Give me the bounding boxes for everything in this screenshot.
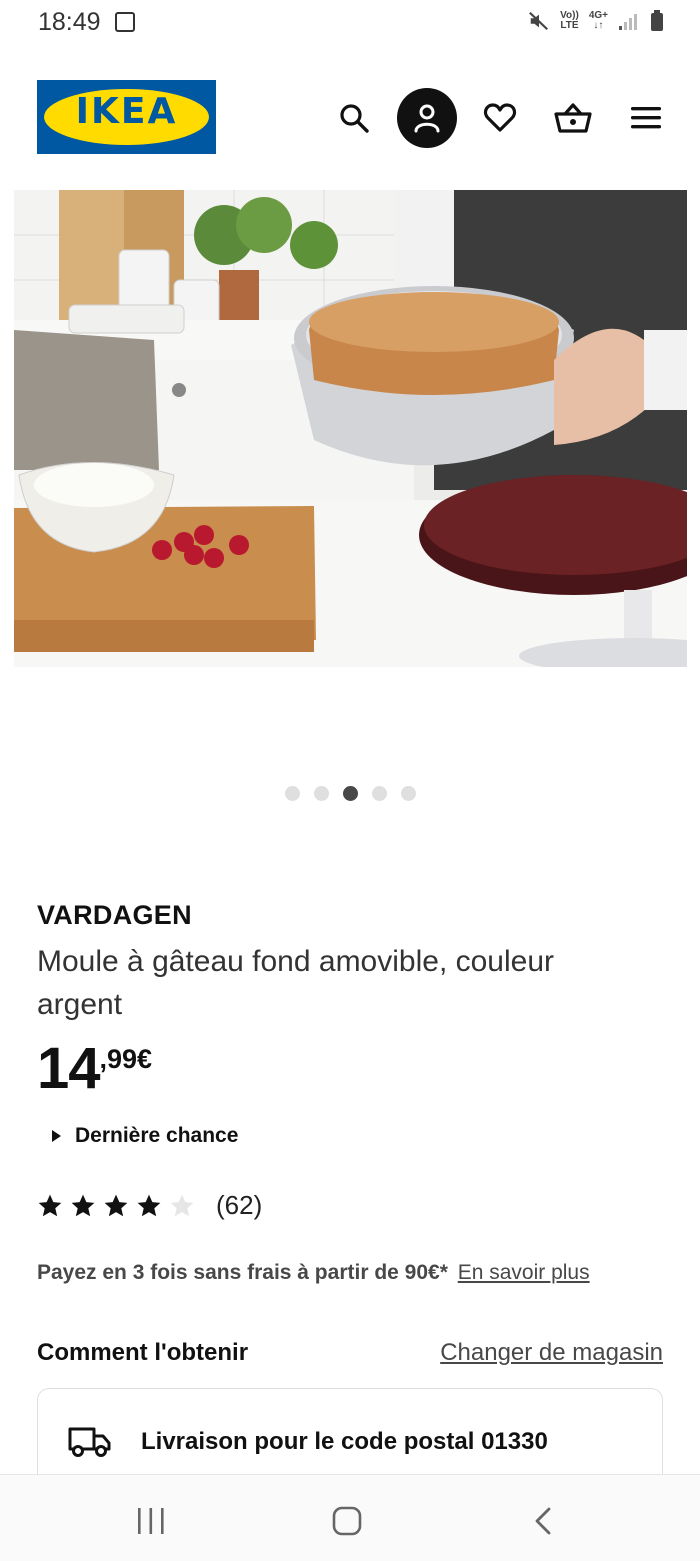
how-to-get-title: Comment l'obtenir (37, 1339, 249, 1366)
home-icon[interactable] (331, 1505, 363, 1537)
change-store-link[interactable]: Changer de magasin (440, 1339, 663, 1367)
signal-icon (619, 14, 637, 30)
product-description: Moule à gâteau fond amovible, couleur ar… (37, 945, 555, 1021)
star-filled-icon (71, 1194, 95, 1216)
star-filled-icon (104, 1194, 128, 1216)
payment-info: Payez en 3 fois sans frais à partir de 9… (37, 1261, 590, 1285)
search-icon[interactable] (334, 98, 374, 138)
pagination-dot[interactable] (400, 786, 416, 801)
back-icon[interactable] (532, 1506, 554, 1536)
payment-learn-more-link[interactable]: En savoir plus (458, 1261, 590, 1284)
pagination-dot[interactable] (284, 786, 300, 801)
price-integer: 14 (37, 1036, 101, 1101)
mute-icon (529, 11, 549, 31)
image-pagination (0, 786, 700, 801)
pagination-dot[interactable] (313, 786, 329, 801)
gallery-notification-icon (115, 12, 135, 32)
system-nav-bar (0, 1474, 700, 1561)
truck-icon (68, 1427, 111, 1457)
product-rating[interactable]: (62) (37, 1190, 262, 1221)
basket-icon[interactable] (550, 97, 596, 139)
review-count: (62) (216, 1190, 263, 1220)
menu-icon[interactable] (626, 98, 666, 138)
product-brand: VARDAGEN (37, 900, 192, 930)
delivery-label: Livraison pour le code postal 01330 (141, 1428, 548, 1455)
logo-text: IKEA (75, 91, 178, 132)
pagination-dot-active[interactable] (342, 786, 358, 801)
battery-icon (651, 10, 663, 31)
last-chance-toggle[interactable]: Dernière chance (52, 1124, 238, 1148)
product-price: 14 ,99€ (37, 1040, 152, 1098)
last-chance-label: Dernière chance (75, 1124, 239, 1147)
pagination-dot[interactable] (371, 786, 387, 801)
recent-apps-icon[interactable] (134, 1506, 168, 1536)
star-filled-icon (38, 1194, 62, 1216)
ikea-logo[interactable]: IKEA (37, 80, 216, 154)
star-empty-icon (170, 1194, 194, 1216)
star-filled-icon (137, 1194, 161, 1216)
network-type: 4G+ ↓↑ (588, 10, 608, 31)
heart-icon[interactable] (480, 98, 520, 138)
caret-right-icon (52, 1130, 61, 1142)
volte-indicator: Vo)) LTE (560, 10, 579, 31)
account-button[interactable] (397, 88, 457, 148)
account-icon (414, 104, 440, 133)
status-icons: Vo)) LTE 4G+ ↓↑ (528, 10, 664, 32)
product-image[interactable] (14, 190, 687, 667)
status-time: 18:49 (38, 8, 101, 36)
payment-text: Payez en 3 fois sans frais à partir de 9… (37, 1261, 448, 1284)
price-decimal: ,99€ (99, 1044, 153, 1074)
